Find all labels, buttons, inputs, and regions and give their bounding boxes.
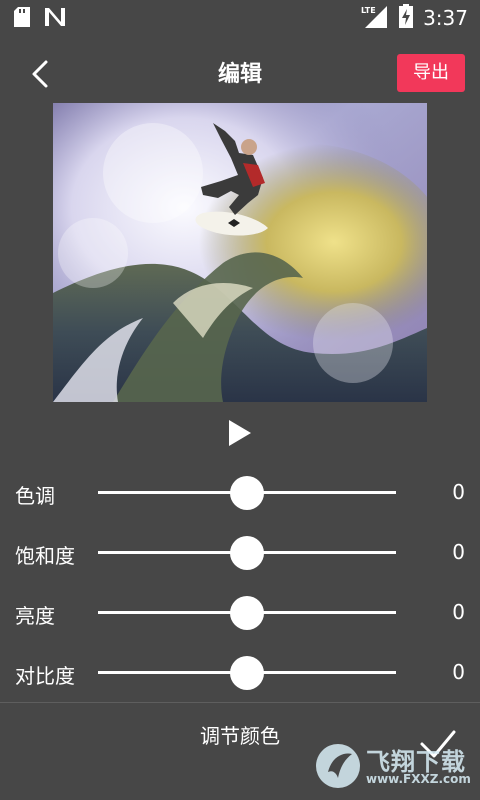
- contrast-slider[interactable]: [98, 656, 396, 690]
- brightness-slider[interactable]: [98, 596, 396, 630]
- slider-value: 0: [452, 480, 465, 504]
- slider-label: 对比度: [15, 664, 75, 688]
- surfer-photo: [53, 103, 427, 402]
- slider-label: 色调: [15, 484, 55, 508]
- video-preview[interactable]: [53, 103, 427, 402]
- toolbar: 编辑 导出: [0, 40, 480, 104]
- export-button[interactable]: 导出: [397, 54, 465, 92]
- battery-charging-icon: [399, 4, 414, 32]
- saturation-slider[interactable]: [98, 536, 396, 570]
- play-button[interactable]: [225, 418, 255, 448]
- signal-icon: LTE: [361, 4, 389, 32]
- slider-row-saturation: 饱和度 0: [0, 532, 480, 572]
- status-bar: LTE 3:37: [0, 0, 480, 36]
- hue-slider[interactable]: [98, 476, 396, 510]
- clock: 3:37: [423, 6, 468, 30]
- slider-label: 亮度: [15, 604, 55, 628]
- watermark-logo-icon: [316, 744, 360, 788]
- play-icon: [229, 420, 251, 446]
- slider-value: 0: [452, 600, 465, 624]
- slider-row-contrast: 对比度 0: [0, 652, 480, 692]
- slider-value: 0: [452, 540, 465, 564]
- watermark-url: www.FXXZ.com: [366, 772, 471, 786]
- slider-thumb[interactable]: [230, 476, 264, 510]
- network-label: LTE: [361, 6, 376, 15]
- n-notification-icon: [44, 7, 66, 31]
- slider-value: 0: [452, 660, 465, 684]
- slider-thumb[interactable]: [230, 536, 264, 570]
- watermark: 飞翔下载 www.FXXZ.com: [312, 740, 472, 792]
- slider-row-hue: 色调 0: [0, 472, 480, 512]
- slider-thumb[interactable]: [230, 656, 264, 690]
- slider-thumb[interactable]: [230, 596, 264, 630]
- slider-label: 饱和度: [15, 544, 75, 568]
- slider-row-brightness: 亮度 0: [0, 592, 480, 632]
- divider: [0, 702, 480, 703]
- sd-card-icon: [14, 7, 30, 31]
